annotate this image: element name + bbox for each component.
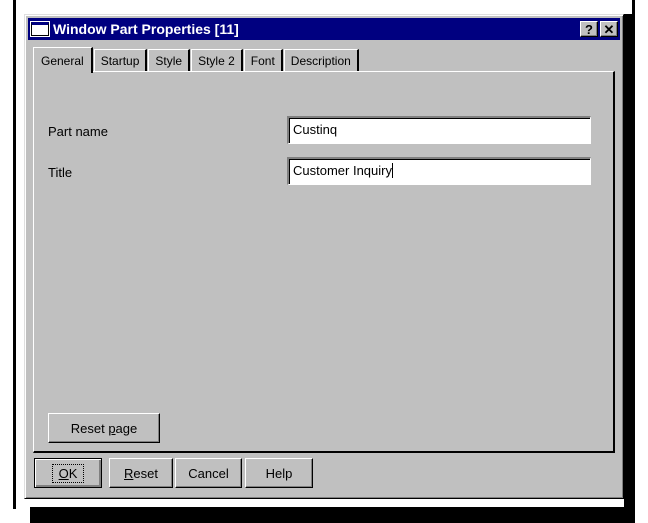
tab-font[interactable]: Font — [243, 49, 283, 71]
screenshot-frame-right — [632, 0, 635, 509]
part-name-field[interactable]: Custinq — [287, 116, 591, 144]
general-tab-panel: Part name Custinq Title Customer Inquiry… — [33, 71, 615, 453]
title-bar[interactable]: Window Part Properties [11] ? ✕ — [28, 18, 620, 40]
part-name-value: Custinq — [293, 122, 338, 137]
ok-label: OK — [51, 463, 85, 483]
screenshot-frame-left — [13, 0, 16, 509]
tab-general[interactable]: General — [33, 47, 93, 73]
title-label: Title — [48, 165, 73, 180]
title-field[interactable]: Customer Inquiry — [287, 157, 591, 185]
title-value: Customer Inquiry — [293, 163, 392, 178]
window-icon — [31, 22, 49, 36]
tab-style-2[interactable]: Style 2 — [191, 49, 243, 71]
reset-page-button[interactable]: Reset page — [48, 413, 160, 443]
screenshot-frame-bottom — [30, 507, 635, 523]
ok-button[interactable]: OK — [34, 458, 102, 488]
text-caret — [391, 163, 393, 178]
tab-description[interactable]: Description — [283, 49, 359, 71]
part-name-label: Part name — [48, 124, 108, 139]
tab-style[interactable]: Style — [148, 49, 191, 71]
cancel-button[interactable]: Cancel — [175, 458, 242, 488]
help-caption-button[interactable]: ? — [580, 21, 598, 37]
properties-dialog: Window Part Properties [11] ? ✕ General … — [24, 14, 624, 499]
window-shadow — [624, 14, 632, 507]
help-button[interactable]: Help — [245, 458, 313, 488]
reset-page-label: Reset page — [70, 420, 138, 436]
tab-startup[interactable]: Startup — [93, 49, 148, 71]
window-title: Window Part Properties [11] — [53, 21, 239, 37]
reset-label: Reset — [124, 465, 158, 481]
reset-button[interactable]: Reset — [109, 458, 173, 488]
tab-strip: General Startup Style Style 2 Font Descr… — [33, 45, 360, 73]
close-icon[interactable]: ✕ — [600, 21, 618, 37]
